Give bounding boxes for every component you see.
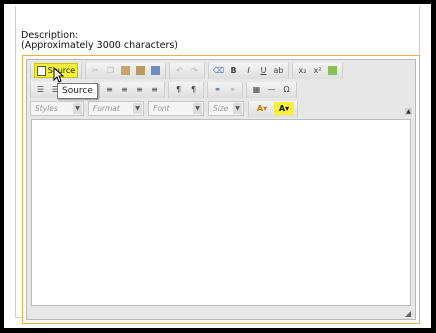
toolbar-group-format: ⌫ B I U ab	[208, 62, 289, 79]
chevron-down-icon: ▼	[73, 103, 82, 114]
underline-button[interactable]: U	[257, 64, 270, 77]
size-combo-label: Size	[213, 104, 229, 113]
editor-content-area[interactable]	[31, 119, 411, 306]
chevron-down-icon: ▼	[193, 103, 202, 114]
align-right-icon[interactable]: ≡	[133, 83, 146, 96]
text-color-button[interactable]: A▾	[252, 102, 272, 115]
undo-icon[interactable]: ↶	[173, 64, 186, 77]
chevron-down-icon: ▼	[233, 103, 242, 114]
align-left-icon[interactable]: ≡	[103, 83, 116, 96]
size-combo[interactable]: Size ▼	[208, 101, 244, 116]
cut-icon[interactable]: ✂	[89, 64, 102, 77]
source-icon	[36, 65, 46, 76]
toolbar-group-clipboard: ✂ ❐	[85, 62, 166, 79]
description-hint: (Approximately 3000 characters)	[21, 40, 179, 51]
strikethrough-icon[interactable]: ab	[272, 64, 285, 77]
description-label-block: Description: (Approximately 3000 charact…	[21, 31, 178, 51]
font-combo[interactable]: Font ▼	[148, 101, 204, 116]
format-combo[interactable]: Format ▼	[88, 101, 144, 116]
table-icon[interactable]: ▦	[250, 83, 263, 96]
resize-handle-icon[interactable]: ◢	[405, 310, 413, 318]
collapse-toolbar-icon[interactable]: ▲	[405, 108, 412, 115]
toolbar-row-3: Styles ▼ Format ▼ Font ▼ Size ▼ A▾ A▾	[30, 100, 301, 117]
unlink-icon[interactable]: ⚭	[226, 83, 239, 96]
styles-combo[interactable]: Styles ▼	[30, 101, 84, 116]
bold-button[interactable]: B	[227, 64, 240, 77]
toolbar-group-script: x₂ x²	[292, 62, 343, 79]
source-tooltip: Source	[57, 83, 98, 99]
horizontal-rule-icon[interactable]: —	[265, 83, 278, 96]
rtl-icon[interactable]: ¶	[187, 83, 200, 96]
toolbar-group-undo: ↶ ↷	[169, 62, 205, 79]
align-center-icon[interactable]: ≡	[118, 83, 131, 96]
font-combo-label: Font	[153, 104, 170, 113]
paste-word-icon[interactable]	[149, 64, 162, 77]
paste-text-icon[interactable]	[134, 64, 147, 77]
redo-icon[interactable]: ↷	[188, 64, 201, 77]
format-combo-label: Format	[93, 104, 120, 113]
subscript-button[interactable]: x₂	[296, 64, 309, 77]
mouse-cursor-icon	[53, 67, 65, 83]
page: Description: (Approximately 3000 charact…	[4, 4, 431, 328]
chevron-down-icon: ▼	[133, 103, 142, 114]
italic-button[interactable]: I	[242, 64, 255, 77]
toolbar-group-links: ⚭ ⚭	[207, 81, 243, 98]
numbered-list-icon[interactable]: ☰	[34, 83, 47, 96]
toolbar-group-bidi: ¶ ¶	[168, 81, 204, 98]
toolbar-group-insert: ▦ — Ω	[246, 81, 297, 98]
toolbar-group-colors: A▾ A▾	[248, 100, 298, 117]
remove-format-icon[interactable]: ⌫	[212, 64, 225, 77]
background-color-button[interactable]: A▾	[274, 102, 294, 115]
styles-combo-label: Styles	[35, 104, 58, 113]
image-icon[interactable]	[326, 64, 339, 77]
paste-icon[interactable]	[119, 64, 132, 77]
special-char-icon[interactable]: Ω	[280, 83, 293, 96]
copy-icon[interactable]: ❐	[104, 64, 117, 77]
link-icon[interactable]: ⚭	[211, 83, 224, 96]
justify-icon[interactable]: ≡	[148, 83, 161, 96]
toolbar-group-align: ≡ ≡ ≡ ≡	[99, 81, 165, 98]
superscript-button[interactable]: x²	[311, 64, 324, 77]
ltr-icon[interactable]: ¶	[172, 83, 185, 96]
toolbar-row-1: Source ✂ ❐ ↶ ↷ ⌫ B I U ab x₂ x²	[30, 62, 346, 79]
